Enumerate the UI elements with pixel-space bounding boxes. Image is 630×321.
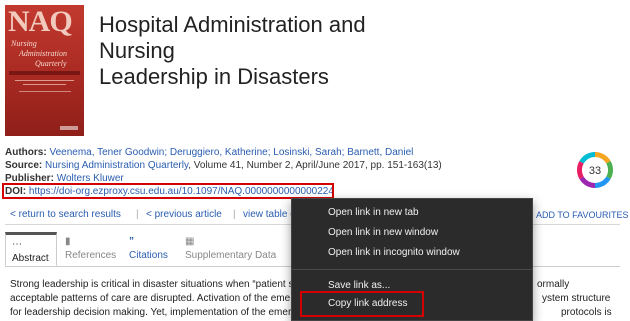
altmetric-badge[interactable]: 33 xyxy=(575,150,615,190)
source-details: , Volume 41, Number 2, April/June 2017, … xyxy=(188,160,442,171)
doi-highlight-box xyxy=(2,183,334,199)
add-to-favourites-link[interactable]: ADD TO FAVOURITES xyxy=(536,210,629,220)
journal-cover-image: NAQ Nursing Administration Quarterly xyxy=(5,5,84,136)
tab-abstract[interactable]: ⋯ Abstract xyxy=(5,232,57,266)
view-toc-link[interactable]: view table o xyxy=(243,209,296,220)
abstract-line: acceptable patterns of care are disrupte… xyxy=(10,293,291,304)
abstract-line: Strong leadership is critical in disaste… xyxy=(10,279,294,290)
cover-text-line xyxy=(23,84,66,85)
copy-link-highlight-box xyxy=(300,291,424,317)
previous-article-link[interactable]: < previous article xyxy=(146,209,222,220)
abstract-line-tail: ystem structure xyxy=(542,293,611,304)
tab-label: References xyxy=(65,250,117,261)
menu-item-open-incognito[interactable]: Open link in incognito window xyxy=(292,243,532,263)
table-icon: ▦ xyxy=(185,236,195,247)
authors-label: Authors: xyxy=(5,147,47,158)
cover-subtitle-2: Administration xyxy=(19,49,68,58)
article-title: Hospital Administration and Nursing Lead… xyxy=(99,12,429,90)
tab-supplementary-data[interactable]: ▦ Supplementary Data xyxy=(185,232,295,266)
tab-citations[interactable]: ” Citations xyxy=(129,232,181,266)
source-journal-link[interactable]: Nursing Administration Quarterly xyxy=(45,160,188,171)
badge-count: 33 xyxy=(589,165,601,177)
abstract-line-tail: protocols is xyxy=(561,307,612,318)
bookmark-icon: ▮ xyxy=(65,236,71,247)
article-tabs: ⋯ Abstract ▮ References ” Citations ▦ Su… xyxy=(5,232,335,266)
ellipsis-icon: ⋯ xyxy=(12,239,22,250)
cover-publisher-logo xyxy=(60,126,78,130)
menu-item-open-new-tab[interactable]: Open link in new tab xyxy=(292,203,532,223)
nav-separator: | xyxy=(136,209,139,220)
authors-row: Authors: Veenema, Tener Goodwin; Deruggi… xyxy=(5,147,413,158)
source-label: Source: xyxy=(5,160,43,171)
return-to-results-link[interactable]: < return to search results xyxy=(10,209,121,220)
menu-divider xyxy=(292,269,532,270)
tab-references[interactable]: ▮ References xyxy=(65,232,125,266)
cover-text-line xyxy=(15,80,74,81)
cover-contents-box xyxy=(19,91,71,121)
tab-label: Supplementary Data xyxy=(185,250,277,261)
article-title-line-1: Hospital Administration and Nursing xyxy=(99,12,366,63)
tab-label: Abstract xyxy=(12,253,49,264)
cover-subtitle-3: Quarterly xyxy=(35,59,67,68)
link-context-menu: Open link in new tab Open link in new wi… xyxy=(291,198,533,321)
abstract-line-tail: ormally xyxy=(537,279,570,290)
authors-links[interactable]: Veenema, Tener Goodwin; Deruggiero, Kath… xyxy=(49,147,413,158)
tab-label: Citations xyxy=(129,250,168,261)
menu-item-open-new-window[interactable]: Open link in new window xyxy=(292,223,532,243)
article-title-line-2: Leadership in Disasters xyxy=(99,64,329,89)
source-row: Source: Nursing Administration Quarterly… xyxy=(5,160,442,171)
cover-subtitle-1: Nursing xyxy=(11,39,37,48)
cover-band xyxy=(9,71,80,75)
cover-title: NAQ xyxy=(8,5,73,38)
nav-separator: | xyxy=(233,209,236,220)
abstract-line: for leadership decision making. Yet, imp… xyxy=(10,307,292,318)
quote-icon: ” xyxy=(129,236,134,247)
